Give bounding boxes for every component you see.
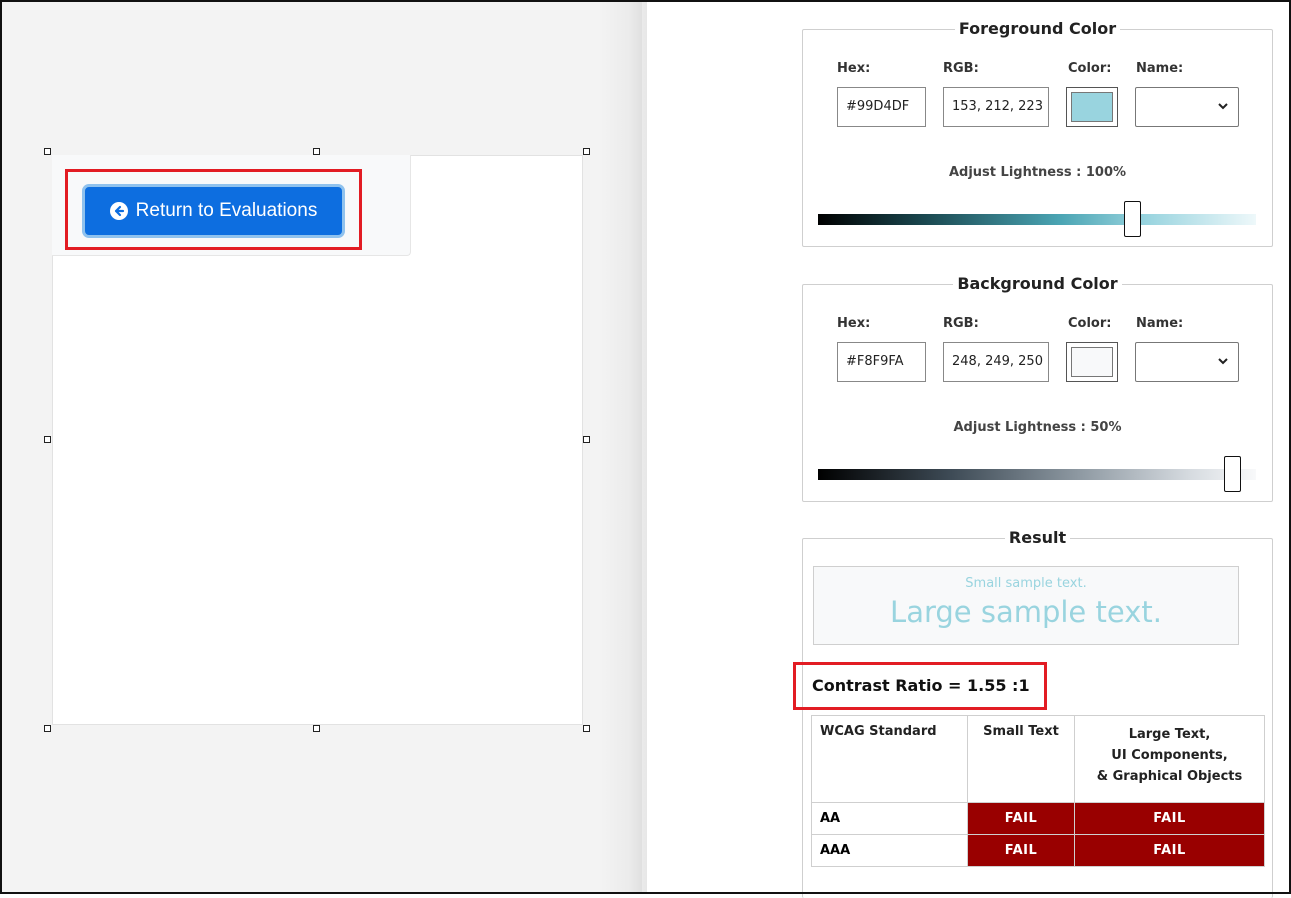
bg-color-swatch xyxy=(1071,347,1113,377)
fg-adjust-lightness-label: Adjust Lightness : 100% xyxy=(948,165,1127,180)
bg-hex-input[interactable]: #F8F9FA xyxy=(837,342,926,382)
bg-color-label: Color: xyxy=(1068,316,1112,331)
fg-color-picker[interactable] xyxy=(1066,87,1118,127)
background-title: Background Color xyxy=(953,274,1122,293)
small-sample-text: Small sample text. xyxy=(965,576,1087,591)
sample-preview: Small sample text. Large sample text. xyxy=(813,566,1239,645)
row-large-result: FAIL xyxy=(1074,802,1265,835)
resize-handle-top-right[interactable] xyxy=(583,148,590,155)
fg-hex-label: Hex: xyxy=(837,61,871,76)
table-row: AAA FAIL FAIL xyxy=(811,834,1265,867)
bg-name-select[interactable] xyxy=(1135,342,1239,382)
result-title: Result xyxy=(1004,528,1071,547)
row-small-result: FAIL xyxy=(967,834,1075,867)
fg-hex-input[interactable]: #99D4DF xyxy=(837,87,926,127)
fg-rgb-label: RGB: xyxy=(943,61,979,76)
header-large-text-line2: UI Components, xyxy=(1111,748,1228,763)
fg-lightness-slider[interactable] xyxy=(818,214,1256,225)
bg-rgb-input[interactable]: 248, 249, 250 xyxy=(943,342,1049,382)
header-large-text-line3: & Graphical Objects xyxy=(1096,769,1243,784)
wcag-results-table: WCAG Standard Small Text Large Text, UI … xyxy=(811,715,1265,867)
bg-rgb-label: RGB: xyxy=(943,316,979,331)
highlight-annotation-ratio xyxy=(793,662,1047,710)
row-standard: AAA xyxy=(811,834,968,867)
row-standard: AA xyxy=(811,802,968,835)
resize-handle-bottom-left[interactable] xyxy=(44,725,51,732)
row-small-result: FAIL xyxy=(967,802,1075,835)
resize-handle-middle-left[interactable] xyxy=(44,436,51,443)
chevron-down-icon xyxy=(1218,103,1228,110)
bg-lightness-slider-thumb[interactable] xyxy=(1224,456,1241,492)
row-large-result: FAIL xyxy=(1074,834,1265,867)
fg-name-select[interactable] xyxy=(1135,87,1239,127)
chevron-down-icon xyxy=(1218,358,1228,365)
fg-color-label: Color: xyxy=(1068,61,1112,76)
fg-name-label: Name: xyxy=(1136,61,1184,76)
header-large-text-line1: Large Text, xyxy=(1128,727,1211,742)
table-row: AA FAIL FAIL xyxy=(811,802,1265,835)
resize-handle-bottom-right[interactable] xyxy=(583,725,590,732)
background-color-panel: Background Color Hex: RGB: Color: Name: … xyxy=(802,274,1273,502)
highlight-annotation-button xyxy=(65,169,362,250)
bg-name-label: Name: xyxy=(1136,316,1184,331)
fg-rgb-input[interactable]: 153, 212, 223 xyxy=(943,87,1049,127)
bg-lightness-slider[interactable] xyxy=(818,469,1256,480)
header-wcag-standard: WCAG Standard xyxy=(811,715,968,803)
bg-hex-label: Hex: xyxy=(837,316,871,331)
pane-divider xyxy=(600,2,648,892)
header-large-text: Large Text, UI Components, & Graphical O… xyxy=(1074,715,1265,803)
bg-adjust-lightness-label: Adjust Lightness : 50% xyxy=(953,420,1122,435)
fg-color-swatch xyxy=(1071,92,1113,122)
header-small-text: Small Text xyxy=(967,715,1075,803)
resize-handle-top-middle[interactable] xyxy=(313,148,320,155)
resize-handle-middle-right[interactable] xyxy=(583,436,590,443)
resize-handle-bottom-middle[interactable] xyxy=(313,725,320,732)
large-sample-text: Large sample text. xyxy=(890,595,1162,629)
bg-color-picker[interactable] xyxy=(1066,342,1118,382)
resize-handle-top-left[interactable] xyxy=(44,148,51,155)
foreground-color-panel: Foreground Color Hex: RGB: Color: Name: … xyxy=(802,19,1273,247)
fg-lightness-slider-thumb[interactable] xyxy=(1124,201,1141,237)
foreground-title: Foreground Color xyxy=(954,19,1121,38)
